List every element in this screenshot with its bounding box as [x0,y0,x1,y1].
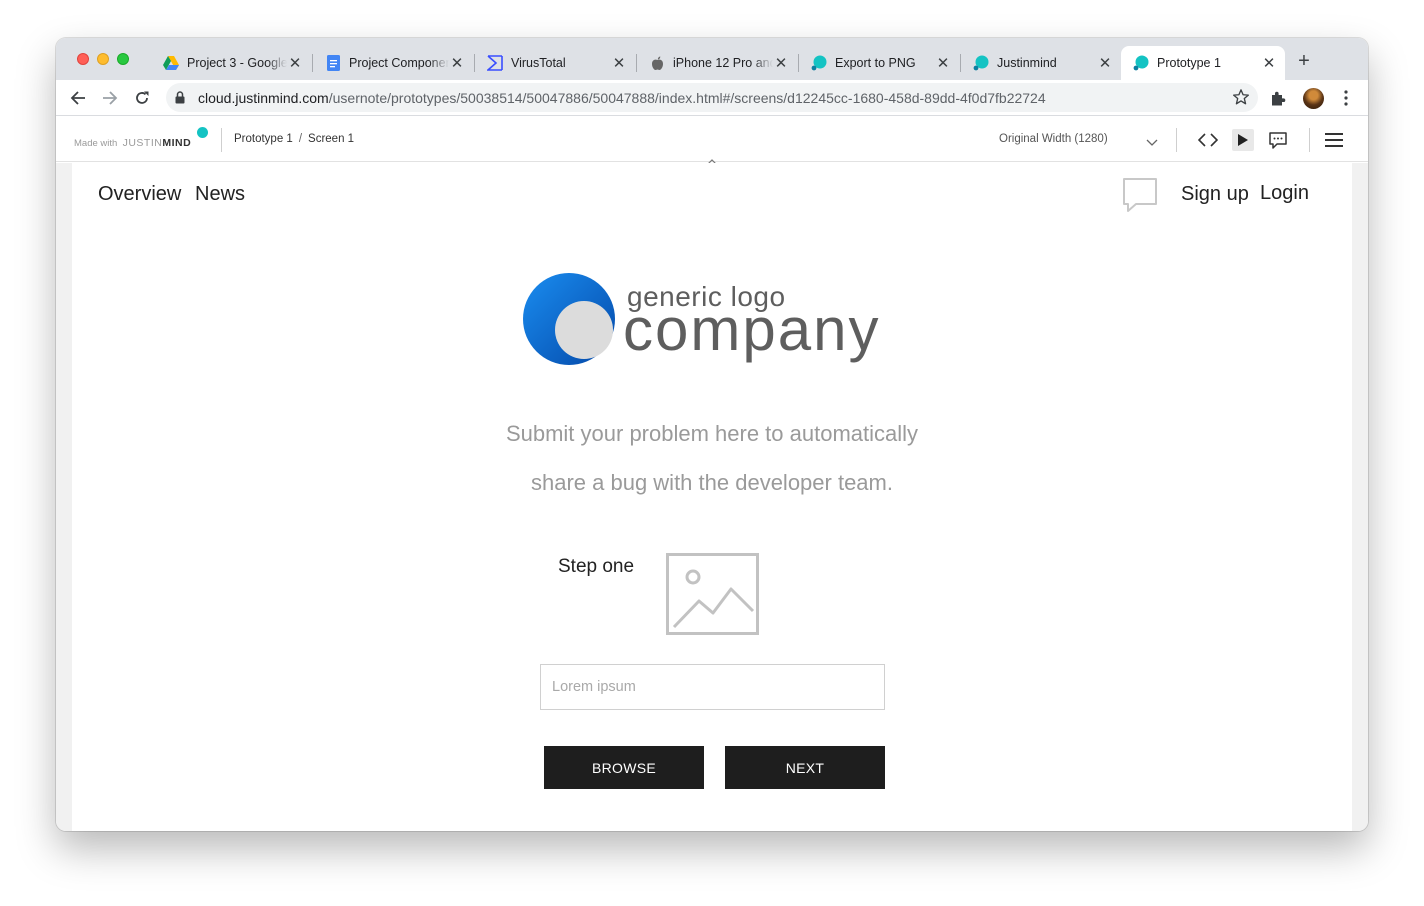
maximize-window-button[interactable] [117,53,129,65]
tab-prototype-1[interactable]: Prototype 1 ✕ [1121,46,1285,80]
lock-icon [175,91,185,109]
breadcrumb-screen[interactable]: Screen 1 [308,133,354,145]
tab-title: iPhone 12 Pro and [673,56,773,70]
step-label: Step one [558,556,635,577]
canvas-margin [1352,163,1368,831]
made-with-label: Made with [74,138,118,149]
tab-export-png[interactable]: Export to PNG ✕ [799,46,959,80]
new-tab-button[interactable]: + [1294,51,1314,71]
forward-icon[interactable] [100,88,120,108]
url-text: cloud.justinmind.com/usernote/prototypes… [198,90,1046,106]
divider [1309,128,1310,152]
close-window-button[interactable] [77,53,89,65]
justinmind-viewer-bar: Made with JUSTINMIND Prototype 1 / Screen … [56,117,1368,166]
made-with-justinmind[interactable]: Made with JUSTINMIND [74,137,191,149]
close-icon[interactable]: ✕ [1097,54,1113,72]
chevron-down-icon[interactable] [1146,134,1158,152]
google-docs-icon [325,55,341,71]
tab-title: VirusTotal [511,56,566,70]
browse-button[interactable]: BROWSE [544,746,704,789]
subtitle-line-1: Submit your problem here to automaticall… [505,421,919,446]
justinmind-logo-dot [197,127,208,138]
logo-company-name: company [623,296,881,363]
divider [1176,128,1177,152]
nav-overview-link[interactable]: Overview [98,183,181,206]
breadcrumb: Prototype 1 / Screen 1 [234,133,354,145]
virustotal-icon [487,55,503,71]
browser-toolbar: cloud.justinmind.com/usernote/prototypes… [56,80,1368,116]
close-icon[interactable]: ✕ [611,54,627,72]
sign-up-link[interactable]: Sign up [1181,183,1249,206]
tab-title: Prototype 1 [1157,56,1221,70]
close-icon[interactable]: ✕ [773,54,789,72]
tab-virustotal[interactable]: VirusTotal ✕ [475,46,635,80]
width-selector[interactable]: Original Width (1280) [999,133,1108,145]
company-logo-mark [522,273,618,370]
code-view-icon[interactable] [1197,129,1219,151]
url-path: /usernote/prototypes/50038514/50047886/5… [328,90,1046,106]
close-icon[interactable]: ✕ [935,54,951,72]
problem-input[interactable] [540,664,885,710]
tab-title: Justinmind [997,56,1057,70]
apple-icon [649,55,665,71]
close-icon[interactable]: ✕ [1261,54,1277,72]
justinmind-icon [973,55,989,71]
chat-bubble-icon[interactable] [1122,177,1158,218]
canvas-margin [56,163,72,831]
comments-icon[interactable] [1267,129,1289,151]
justinmind-icon [1133,55,1149,71]
url-host: cloud.justinmind.com [198,90,329,106]
brand-justin: JUSTIN [122,137,163,149]
login-link[interactable]: Login [1260,182,1309,205]
brand-mind: MIND [162,137,192,149]
play-simulation-icon[interactable] [1232,129,1254,151]
more-menu-icon[interactable] [1339,89,1353,107]
nav-news-link[interactable]: News [195,183,245,206]
address-bar[interactable]: cloud.justinmind.com/usernote/prototypes… [166,83,1258,112]
tab-title: Export to PNG [835,56,916,70]
prototype-screen: Overview News Sign up Login generic logo… [72,163,1352,831]
profile-avatar[interactable] [1303,88,1324,109]
tab-project-components[interactable]: Project Components ✕ [313,46,473,80]
divider [221,128,222,152]
tab-project-3[interactable]: Project 3 - Google ✕ [151,46,311,80]
breadcrumb-separator: / [298,133,303,145]
tab-title: Project 3 - Google [187,56,287,70]
breadcrumb-project[interactable]: Prototype 1 [234,133,293,145]
tab-title: Project Components [349,56,449,70]
tab-justinmind[interactable]: Justinmind ✕ [961,46,1121,80]
image-placeholder-icon [666,553,759,635]
minimize-window-button[interactable] [97,53,109,65]
hamburger-menu-icon[interactable] [1323,129,1345,151]
justinmind-icon [811,55,827,71]
reload-icon[interactable] [132,88,152,108]
close-icon[interactable]: ✕ [287,54,303,72]
close-icon[interactable]: ✕ [449,54,465,72]
next-button[interactable]: NEXT [725,746,885,789]
bookmark-star-icon[interactable] [1232,88,1250,111]
google-drive-icon [163,55,179,71]
extensions-puzzle-icon[interactable] [1270,90,1287,112]
back-icon[interactable] [68,88,88,108]
browser-window: Project 3 - Google ✕ Project Components … [56,38,1368,831]
subtitle-line-2: share a bug with the developer team. [530,470,893,495]
tab-strip: Project 3 - Google ✕ Project Components … [56,38,1368,80]
tab-iphone[interactable]: iPhone 12 Pro and ✕ [637,46,797,80]
